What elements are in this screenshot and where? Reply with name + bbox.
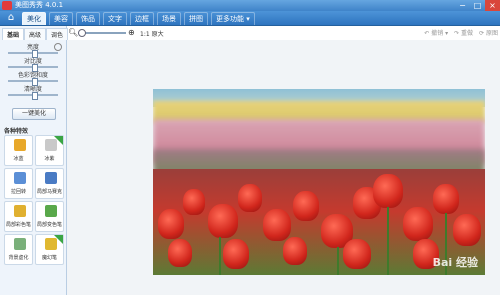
subtab-color[interactable]: 调色 [46,28,69,40]
tulip [453,214,481,246]
blur-icon [14,172,26,184]
tulip [183,189,205,215]
zoom-knob[interactable] [78,29,86,37]
brush-icon [14,205,26,217]
app-title: 美图秀秀 4.0.1 [15,1,64,9]
subtab-advanced[interactable]: 高级 [24,28,47,40]
home-icon[interactable]: ⌂ [4,12,18,24]
effect-label: 局部马赛克 [36,189,62,195]
left-panel: 基础 高级 调色 亮度 对比度 色彩饱和度 清晰度 一键美化 各种特效 冰蓝 冰… [0,26,69,295]
tulip [373,174,403,208]
main-tabs: 美化 美容 饰品 文字 边框 场景 拼图 更多功能 ▾ [22,12,255,25]
effects-grid: 冰蓝 冰紫 拉回转 局部马赛克 局部彩色笔 局部变色笔 背景虚化 魔幻笔 [4,135,64,265]
effects-section-title: 各种特效 [4,128,29,135]
slider-track[interactable] [8,92,58,100]
effect-item[interactable]: 局部变色笔 [35,201,64,232]
pencil-icon [14,139,26,151]
tulip [403,207,433,241]
tulip [263,209,291,241]
saturation-slider: 色彩饱和度 [4,72,62,86]
redo-button[interactable]: ↷ 重做 [454,28,473,37]
tab-scene[interactable]: 场景 [157,12,181,25]
slider-knob[interactable] [32,50,38,58]
effect-item[interactable]: 局部马赛克 [35,168,64,199]
tulip [293,191,319,221]
minimize-button[interactable]: − [455,0,470,11]
slider-track[interactable] [8,50,58,58]
one-key-beautify-button[interactable]: 一键美化 [12,108,56,120]
slider-knob[interactable] [32,92,38,100]
effect-item[interactable]: 背景虚化 [4,234,33,265]
close-button[interactable]: × [485,0,500,11]
brightness-slider: 亮度 [4,44,62,58]
zoom-actual-size[interactable]: 1:1 原大 [140,29,164,38]
stem [337,247,339,275]
maximize-button[interactable]: □ [470,0,485,11]
baidu-watermark: Bai 经验 [432,256,478,269]
effect-item[interactable]: 局部彩色笔 [4,201,33,232]
tulip [223,239,249,269]
effect-item[interactable]: 冰蓝 [4,135,33,166]
tulip [343,239,371,269]
bokeh-icon [14,238,26,250]
tulip [433,184,459,214]
original-image-button[interactable]: ⟳ 原图 [479,28,498,37]
mosaic-icon [45,172,57,184]
effect-item[interactable]: 魔幻笔 [35,234,64,265]
app-logo [2,1,12,10]
slider-track[interactable] [8,64,58,72]
tab-frame[interactable]: 边框 [130,12,154,25]
effect-label: 魔幻笔 [41,255,57,261]
effect-label: 冰紫 [44,156,55,162]
effect-item[interactable]: 冰紫 [35,135,64,166]
magic-pen-icon [45,238,57,250]
tulip [158,209,184,239]
tab-beauty[interactable]: 美容 [49,12,73,25]
zoom-in-icon[interactable]: ⊕ [128,29,136,37]
zoom-slider[interactable] [78,29,126,37]
stem [219,237,221,275]
eraser-icon [45,139,57,151]
tulip-photo[interactable] [153,89,485,275]
effect-label: 拉回转 [10,189,26,195]
slider-knob[interactable] [32,78,38,86]
effect-label: 冰蓝 [13,156,24,162]
subtab-basic[interactable]: 基础 [2,28,25,40]
title-bar: 美图秀秀 4.0.1 − □ × [0,0,500,11]
color-brush-icon [45,205,57,217]
effect-item[interactable]: 拉回转 [4,168,33,199]
tulip [208,204,238,238]
effect-label: 局部彩色笔 [5,222,31,228]
main-toolbar: ⌂ 美化 美容 饰品 文字 边框 场景 拼图 更多功能 ▾ [0,11,500,26]
tulip [238,184,262,212]
history-tools: ↶ 撤销 ▾ ↷ 重做 ⟳ 原图 [424,28,498,37]
zoom-out-icon[interactable]: 🔍︎ [68,29,78,37]
tab-beautify[interactable]: 美化 [22,12,46,25]
stem [387,207,389,275]
tulip [283,237,307,265]
sub-tabs: 基础 高级 调色 [2,28,69,40]
contrast-slider: 对比度 [4,58,62,72]
effect-label: 局部变色笔 [36,222,62,228]
tulip [168,239,192,267]
undo-button[interactable]: ↶ 撤销 ▾ [424,28,448,37]
slider-knob[interactable] [32,64,38,72]
effect-label: 背景虚化 [8,255,29,261]
sharpness-slider: 清晰度 [4,86,62,100]
slider-track[interactable] [8,78,58,86]
tab-text[interactable]: 文字 [103,12,127,25]
tab-collage[interactable]: 拼图 [184,12,208,25]
tab-accessories[interactable]: 饰品 [76,12,100,25]
tab-more[interactable]: 更多功能 ▾ [211,12,255,25]
zoom-bar: 🔍︎ ⊕ 1:1 原大 [68,27,164,39]
window-controls: − □ × [455,0,500,11]
